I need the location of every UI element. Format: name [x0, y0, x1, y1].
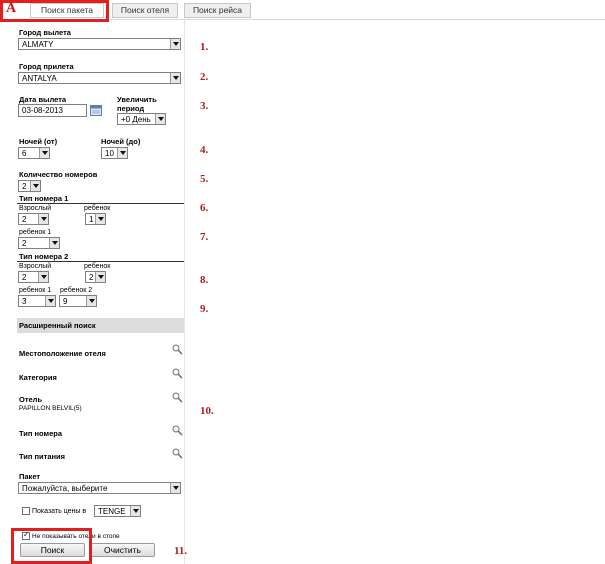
advanced-search-header[interactable]: Расширенный поиск: [17, 318, 184, 333]
arrival-city-value: ANTALYA: [22, 74, 57, 83]
chevron-down-icon: [95, 214, 105, 224]
room2-child-select[interactable]: 2: [85, 271, 106, 283]
chevron-down-icon: [39, 148, 49, 158]
room1-child-value: 1: [89, 215, 94, 224]
row-number: 9.: [200, 303, 209, 315]
package-select[interactable]: Пожалуйста, выберите: [18, 482, 181, 494]
chevron-down-icon: [30, 181, 40, 191]
chevron-down-icon: [49, 238, 59, 248]
chevron-down-icon: [86, 296, 96, 306]
room2-child2-label: ребенок 2: [60, 287, 93, 294]
room2-child1-label: ребенок 1: [19, 287, 52, 294]
hotel-value: PAPILLON BELVIL(5): [19, 405, 82, 412]
room2-title: Тип номера 2: [19, 252, 69, 261]
category-label: Категория: [19, 373, 57, 382]
clear-button[interactable]: Очистить: [90, 543, 155, 557]
room2-child2-select[interactable]: 9: [59, 295, 97, 307]
departure-city-select[interactable]: ALMATY: [18, 38, 181, 50]
room2-child-value: 2: [89, 273, 94, 282]
magnifier-icon[interactable]: [171, 391, 183, 403]
departure-date-label: Дата вылета: [19, 95, 67, 104]
nights-from-value: 6: [22, 149, 27, 158]
nights-to-select[interactable]: 10: [101, 147, 128, 159]
currency-value: TENGE: [98, 507, 126, 516]
room-type-label: Тип номера: [19, 429, 63, 438]
nights-from-label: Ночей (от): [19, 137, 58, 146]
highlight-box-search: [11, 528, 92, 564]
calendar-icon[interactable]: [90, 105, 102, 116]
chevron-down-icon: [38, 214, 48, 224]
room2-child1-value: 3: [22, 297, 27, 306]
magnifier-icon[interactable]: [171, 343, 183, 355]
chevron-down-icon: [170, 483, 180, 493]
package-value: Пожалуйста, выберите: [22, 484, 108, 493]
departure-city-label: Город вылета: [19, 28, 71, 37]
tab-flight-search[interactable]: Поиск рейса: [184, 3, 251, 18]
rooms-count-select[interactable]: 2: [18, 180, 41, 192]
row-number: 7.: [200, 231, 209, 243]
room1-child1-select[interactable]: 2: [18, 237, 60, 249]
room2-adult-label: Взрослый: [19, 263, 52, 270]
hotel-location-label: Местоположение отеля: [19, 349, 106, 358]
room2-child2-value: 9: [63, 297, 68, 306]
meal-type-label: Тип питания: [19, 452, 66, 461]
row-number: 10.: [200, 405, 214, 417]
room2-child-label: ребенок: [84, 263, 111, 270]
chevron-down-icon: [155, 114, 165, 124]
room1-child1-value: 2: [22, 239, 27, 248]
extend-period-select[interactable]: +0 День: [117, 113, 166, 125]
rooms-count-value: 2: [22, 182, 27, 191]
room2-child1-select[interactable]: 3: [18, 295, 56, 307]
chevron-down-icon: [130, 506, 140, 516]
magnifier-icon[interactable]: [171, 367, 183, 379]
room2-adult-value: 2: [22, 273, 27, 282]
package-label: Пакет: [19, 472, 41, 481]
room1-child1-label: ребенок 1: [19, 229, 52, 236]
room1-adult-value: 2: [22, 215, 27, 224]
nights-to-label: Ночей (до): [101, 137, 141, 146]
magnifier-icon[interactable]: [171, 447, 183, 459]
row-number: 3.: [200, 100, 209, 112]
magnifier-icon[interactable]: [171, 424, 183, 436]
chevron-down-icon: [95, 272, 105, 282]
rooms-count-label: Количество номеров: [19, 170, 98, 179]
highlight-box-tab: [0, 0, 109, 22]
departure-date-input[interactable]: 03-08-2013: [18, 104, 87, 117]
arrival-city-label: Город прилета: [19, 62, 74, 71]
show-prices-checkbox[interactable]: [22, 507, 30, 515]
currency-select[interactable]: TENGE: [94, 505, 141, 517]
show-prices-label: Показать цены в: [32, 508, 87, 515]
row-number: 11.: [174, 545, 188, 557]
chevron-down-icon: [170, 73, 180, 83]
departure-city-value: ALMATY: [22, 40, 54, 49]
advanced-search-title: Расширенный поиск: [19, 321, 96, 330]
room1-adult-select[interactable]: 2: [18, 213, 49, 225]
chevron-down-icon: [170, 39, 180, 49]
chevron-down-icon: [38, 272, 48, 282]
row-number: 1.: [200, 41, 209, 53]
hotel-label: Отель: [19, 395, 43, 404]
row-number: 6.: [200, 202, 209, 214]
extend-period-label-1: Увеличить: [117, 95, 157, 104]
tab-hotel-search[interactable]: Поиск отеля: [112, 3, 178, 18]
room1-title: Тип номера 1: [19, 194, 69, 203]
row-number: 4.: [200, 144, 209, 156]
nights-to-value: 10: [105, 149, 114, 158]
room1-child-select[interactable]: 1: [85, 213, 106, 225]
chevron-down-icon: [117, 148, 127, 158]
row-number: 5.: [200, 173, 209, 185]
nights-from-select[interactable]: 6: [18, 147, 50, 159]
room1-adult-label: Взрослый: [19, 205, 52, 212]
panel-border: [184, 20, 185, 564]
row-number: 2.: [200, 71, 209, 83]
chevron-down-icon: [45, 296, 55, 306]
extend-period-value: +0 День: [121, 115, 151, 124]
row-number: 8.: [200, 274, 209, 286]
room2-adult-select[interactable]: 2: [18, 271, 49, 283]
arrival-city-select[interactable]: ANTALYA: [18, 72, 181, 84]
extend-period-label-2: период: [117, 104, 145, 113]
room1-child-label: ребенок: [84, 205, 111, 212]
